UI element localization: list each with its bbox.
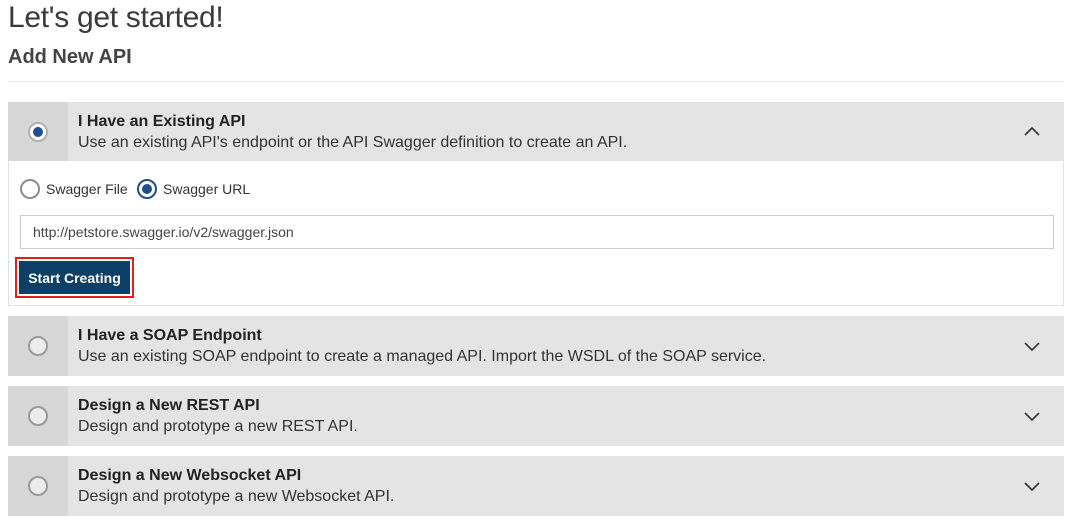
option-description: Design and prototype a new REST API. <box>78 418 358 435</box>
option-existing-api[interactable]: I Have an Existing API Use an existing A… <box>8 102 1064 161</box>
option-radio-cell[interactable] <box>8 386 68 446</box>
option-soap-endpoint[interactable]: I Have a SOAP Endpoint Use an existing S… <box>8 316 1064 376</box>
swagger-url-input[interactable] <box>20 215 1054 249</box>
start-creating-highlight: Start Creating <box>15 257 134 298</box>
option-radio-cell[interactable] <box>8 102 68 161</box>
option-description: Use an existing SOAP endpoint to create … <box>78 348 767 365</box>
chevron-down-icon[interactable] <box>1024 478 1040 494</box>
option-rest-api[interactable]: Design a New REST API Design and prototy… <box>8 386 1064 446</box>
option-existing-api-radio[interactable] <box>28 121 48 142</box>
option-title: Design a New REST API <box>78 397 260 414</box>
option-title: I Have a SOAP Endpoint <box>78 327 262 344</box>
chevron-down-icon[interactable] <box>1024 408 1040 424</box>
page-title: Let's get started! <box>8 1 224 34</box>
page-subtitle: Add New API <box>8 46 132 68</box>
option-radio-cell[interactable] <box>8 456 68 516</box>
option-websocket-api[interactable]: Design a New Websocket API Design and pr… <box>8 456 1064 516</box>
swagger-url-label: Swagger URL <box>163 181 251 197</box>
option-rest-api-radio[interactable] <box>28 406 48 426</box>
option-title: Design a New Websocket API <box>78 467 302 484</box>
option-websocket-api-radio[interactable] <box>28 476 48 496</box>
option-description: Use an existing API's endpoint or the AP… <box>78 134 628 151</box>
header-divider <box>8 81 1064 82</box>
swagger-url-radio[interactable] <box>137 179 157 199</box>
swagger-file-option[interactable]: Swagger File <box>20 179 128 199</box>
chevron-down-icon[interactable] <box>1024 338 1040 354</box>
start-creating-button[interactable]: Start Creating <box>19 261 130 294</box>
option-radio-cell[interactable] <box>8 316 68 376</box>
option-description: Design and prototype a new Websocket API… <box>78 488 395 505</box>
option-title: I Have an Existing API <box>78 113 246 130</box>
existing-api-form: Swagger File Swagger URL Start Creating <box>8 161 1064 306</box>
option-soap-endpoint-radio[interactable] <box>28 336 48 356</box>
swagger-file-radio[interactable] <box>20 179 40 199</box>
chevron-up-icon[interactable] <box>1024 124 1040 140</box>
swagger-url-option[interactable]: Swagger URL <box>137 179 250 199</box>
swagger-file-label: Swagger File <box>46 181 128 197</box>
